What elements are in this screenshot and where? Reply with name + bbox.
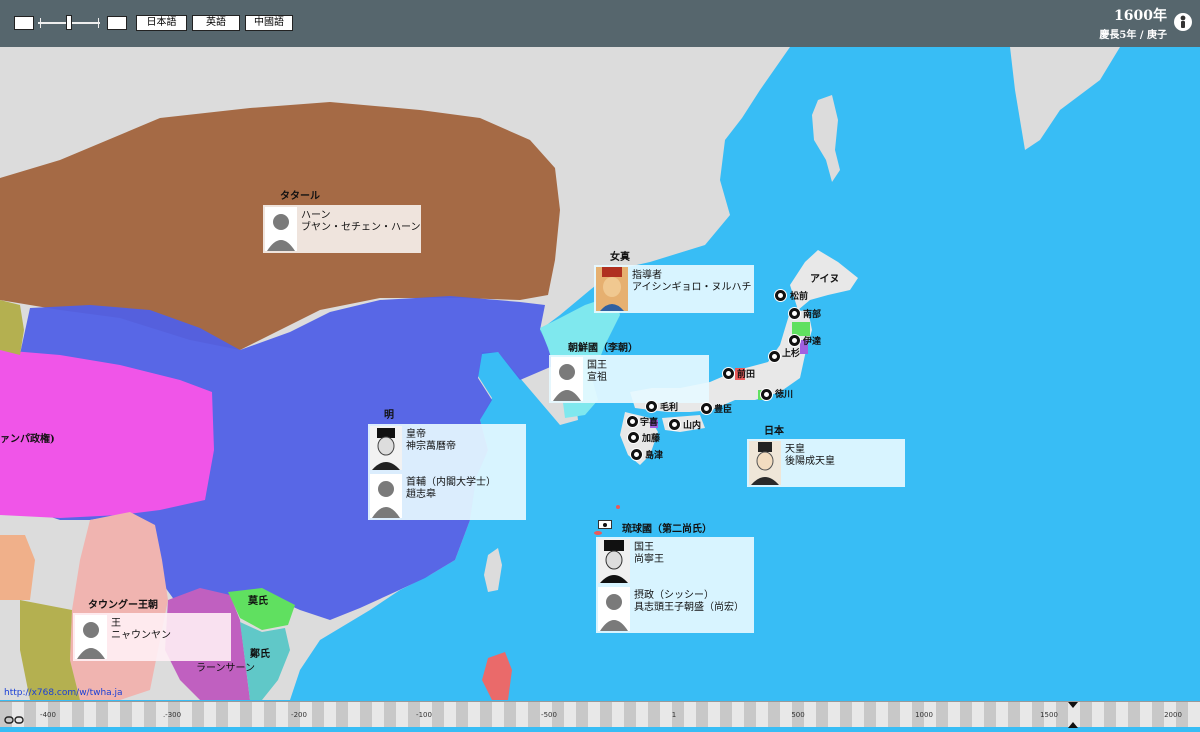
avatar-goyozei (749, 441, 781, 485)
lang-japanese-button[interactable]: 日本語 (136, 15, 187, 31)
clan-nanbu: 南部 (803, 310, 822, 320)
ruler-title: 摂政（シッシー） (634, 590, 714, 601)
label-jurchen: 女真 (610, 252, 630, 263)
avatar (370, 474, 402, 518)
zoom-tick (98, 18, 99, 28)
avatar-wanli (370, 426, 402, 470)
timeline-tick: -200 (291, 711, 307, 719)
timeline-tick: -100 (416, 711, 432, 719)
clan-maeda: 前田 (737, 370, 756, 380)
avatar (265, 207, 297, 251)
card-jurchen[interactable]: 指導者 アイシンギョロ・ヌルハチ (594, 265, 754, 313)
timeline-tick: -500 (541, 711, 557, 719)
avatar-sho-nei (598, 539, 630, 583)
ruler-title: 首輔（内閣大学士） (406, 477, 496, 488)
ruler-title: 指導者 (632, 270, 662, 281)
clan-crest-icon[interactable] (645, 400, 658, 413)
card-toungoo[interactable]: 王ニャウンヤン (73, 613, 231, 661)
ruler-name: 尚寧王 (634, 554, 664, 565)
clan-crest-icon[interactable] (774, 289, 787, 302)
label-mac: 莫氏 (248, 596, 268, 607)
ruler-title: 皇帝 (406, 429, 426, 440)
ruler-name: アイシンギョロ・ヌルハチ (632, 282, 752, 293)
clan-crest-icon[interactable] (722, 367, 735, 380)
clan-crest-icon[interactable] (627, 431, 640, 444)
clan-crest-icon[interactable] (768, 350, 781, 363)
ruler-name: 神宗萬曆帝 (406, 441, 456, 452)
source-link[interactable]: http://x768.com/w/twha.ja (4, 688, 123, 698)
label-champa: ァンパ政権) (0, 434, 55, 445)
label-japan: 日本 (764, 426, 784, 437)
ruler-name: 後陽成天皇 (785, 456, 835, 467)
top-toolbar: 日本語 英語 中國語 1600年 慶長5年 / 庚子 (0, 0, 1200, 47)
ruler-title: 天皇 (785, 444, 805, 455)
current-era: 慶長5年 / 庚子 (1099, 30, 1167, 41)
clan-crest-icon[interactable] (700, 402, 713, 415)
timeline-tick: 1 (671, 711, 677, 719)
clan-shimazu: 島津 (645, 451, 664, 461)
label-ainu: アイヌ (810, 274, 840, 285)
label-joseon: 朝鮮國（李朝） (568, 343, 638, 354)
clan-toyotomi: 豊臣 (714, 405, 733, 415)
ruler-title: 王 (111, 618, 121, 629)
person-icon[interactable] (1174, 13, 1192, 31)
zoom-in-icon[interactable] (107, 16, 127, 30)
label-ming: 明 (384, 410, 394, 421)
ruler-name: ブヤン・セチェン・ハーン (301, 222, 421, 233)
lang-english-button[interactable]: 英語 (192, 15, 240, 31)
timeline-tick: 2000 (1164, 711, 1182, 719)
card-ryukyu[interactable]: 国王 尚寧王 摂政（シッシー） 具志頭王子朝盛（尚宏） (596, 537, 754, 633)
clan-tokugawa: 徳川 (775, 390, 794, 400)
clan-crest-icon[interactable] (626, 415, 639, 428)
card-ming[interactable]: 皇帝 神宗萬曆帝 首輔（内閣大学士） 趙志皋 (368, 424, 526, 520)
clan-yamauchi: 山内 (683, 421, 702, 431)
label-tartar: タタール (280, 191, 320, 202)
timeline-tick: -400 (40, 711, 56, 719)
ruler-name: 趙志皋 (406, 489, 436, 500)
ryukyu-flag-icon[interactable] (598, 520, 612, 529)
clan-crest-icon[interactable] (788, 307, 801, 320)
current-year: 1600年 (1114, 8, 1167, 24)
clan-matsumae: 松前 (790, 292, 809, 302)
zoom-slider-knob[interactable] (66, 15, 72, 30)
card-tartar[interactable]: ハーン ブヤン・セチェン・ハーン (263, 205, 421, 253)
clan-uesugi: 上杉 (782, 349, 801, 359)
ruler-title: 国王 (587, 360, 607, 371)
ruler-title: ハーン (301, 210, 331, 221)
card-japan[interactable]: 天皇 後陽成天皇 (747, 439, 905, 487)
timeline-marker-icon[interactable] (1068, 702, 1078, 728)
ruler-name: 具志頭王子朝盛（尚宏） (634, 602, 744, 613)
timeline-tick: 500 (791, 711, 805, 719)
clan-kato: 加藤 (642, 434, 661, 444)
ryukyu-island (594, 531, 602, 535)
timeline-tick: .-300 (162, 711, 182, 719)
link-icon[interactable] (4, 710, 24, 724)
zoom-tick (40, 18, 41, 28)
label-ryukyu: 琉球國（第二尚氏） (622, 524, 712, 535)
ruler-name: 宣祖 (587, 372, 607, 383)
timeline-tick: 1500 (1040, 711, 1058, 719)
region-olive-west (0, 300, 24, 355)
avatar-nurhaci (596, 267, 628, 311)
clan-ukita: 宇喜 (640, 418, 659, 428)
label-trinh: 鄭氏 (250, 649, 270, 660)
timeline-tick: 1000 (915, 711, 933, 719)
lang-chinese-button[interactable]: 中國語 (245, 15, 293, 31)
label-toungoo: タウングー王朝 (88, 600, 158, 611)
timeline-bar[interactable]: -400 .-300 -200 -100 -500 1 500 1000 150… (0, 701, 1200, 728)
ruler-name: ニャウンヤン (111, 630, 171, 641)
clan-mori: 毛利 (660, 403, 679, 413)
avatar (598, 587, 630, 631)
clan-crest-icon[interactable] (668, 418, 681, 431)
clan-date: 伊達 (803, 337, 822, 347)
label-lanxang: ラーンサーン (196, 663, 255, 674)
clan-crest-icon[interactable] (630, 448, 643, 461)
ryukyu-islet (616, 505, 620, 509)
card-joseon[interactable]: 国王 宣祖 (549, 355, 709, 403)
avatar (75, 615, 107, 659)
ruler-title: 国王 (634, 542, 654, 553)
zoom-out-icon[interactable] (14, 16, 34, 30)
clan-crest-icon[interactable] (760, 388, 773, 401)
avatar (551, 357, 583, 401)
